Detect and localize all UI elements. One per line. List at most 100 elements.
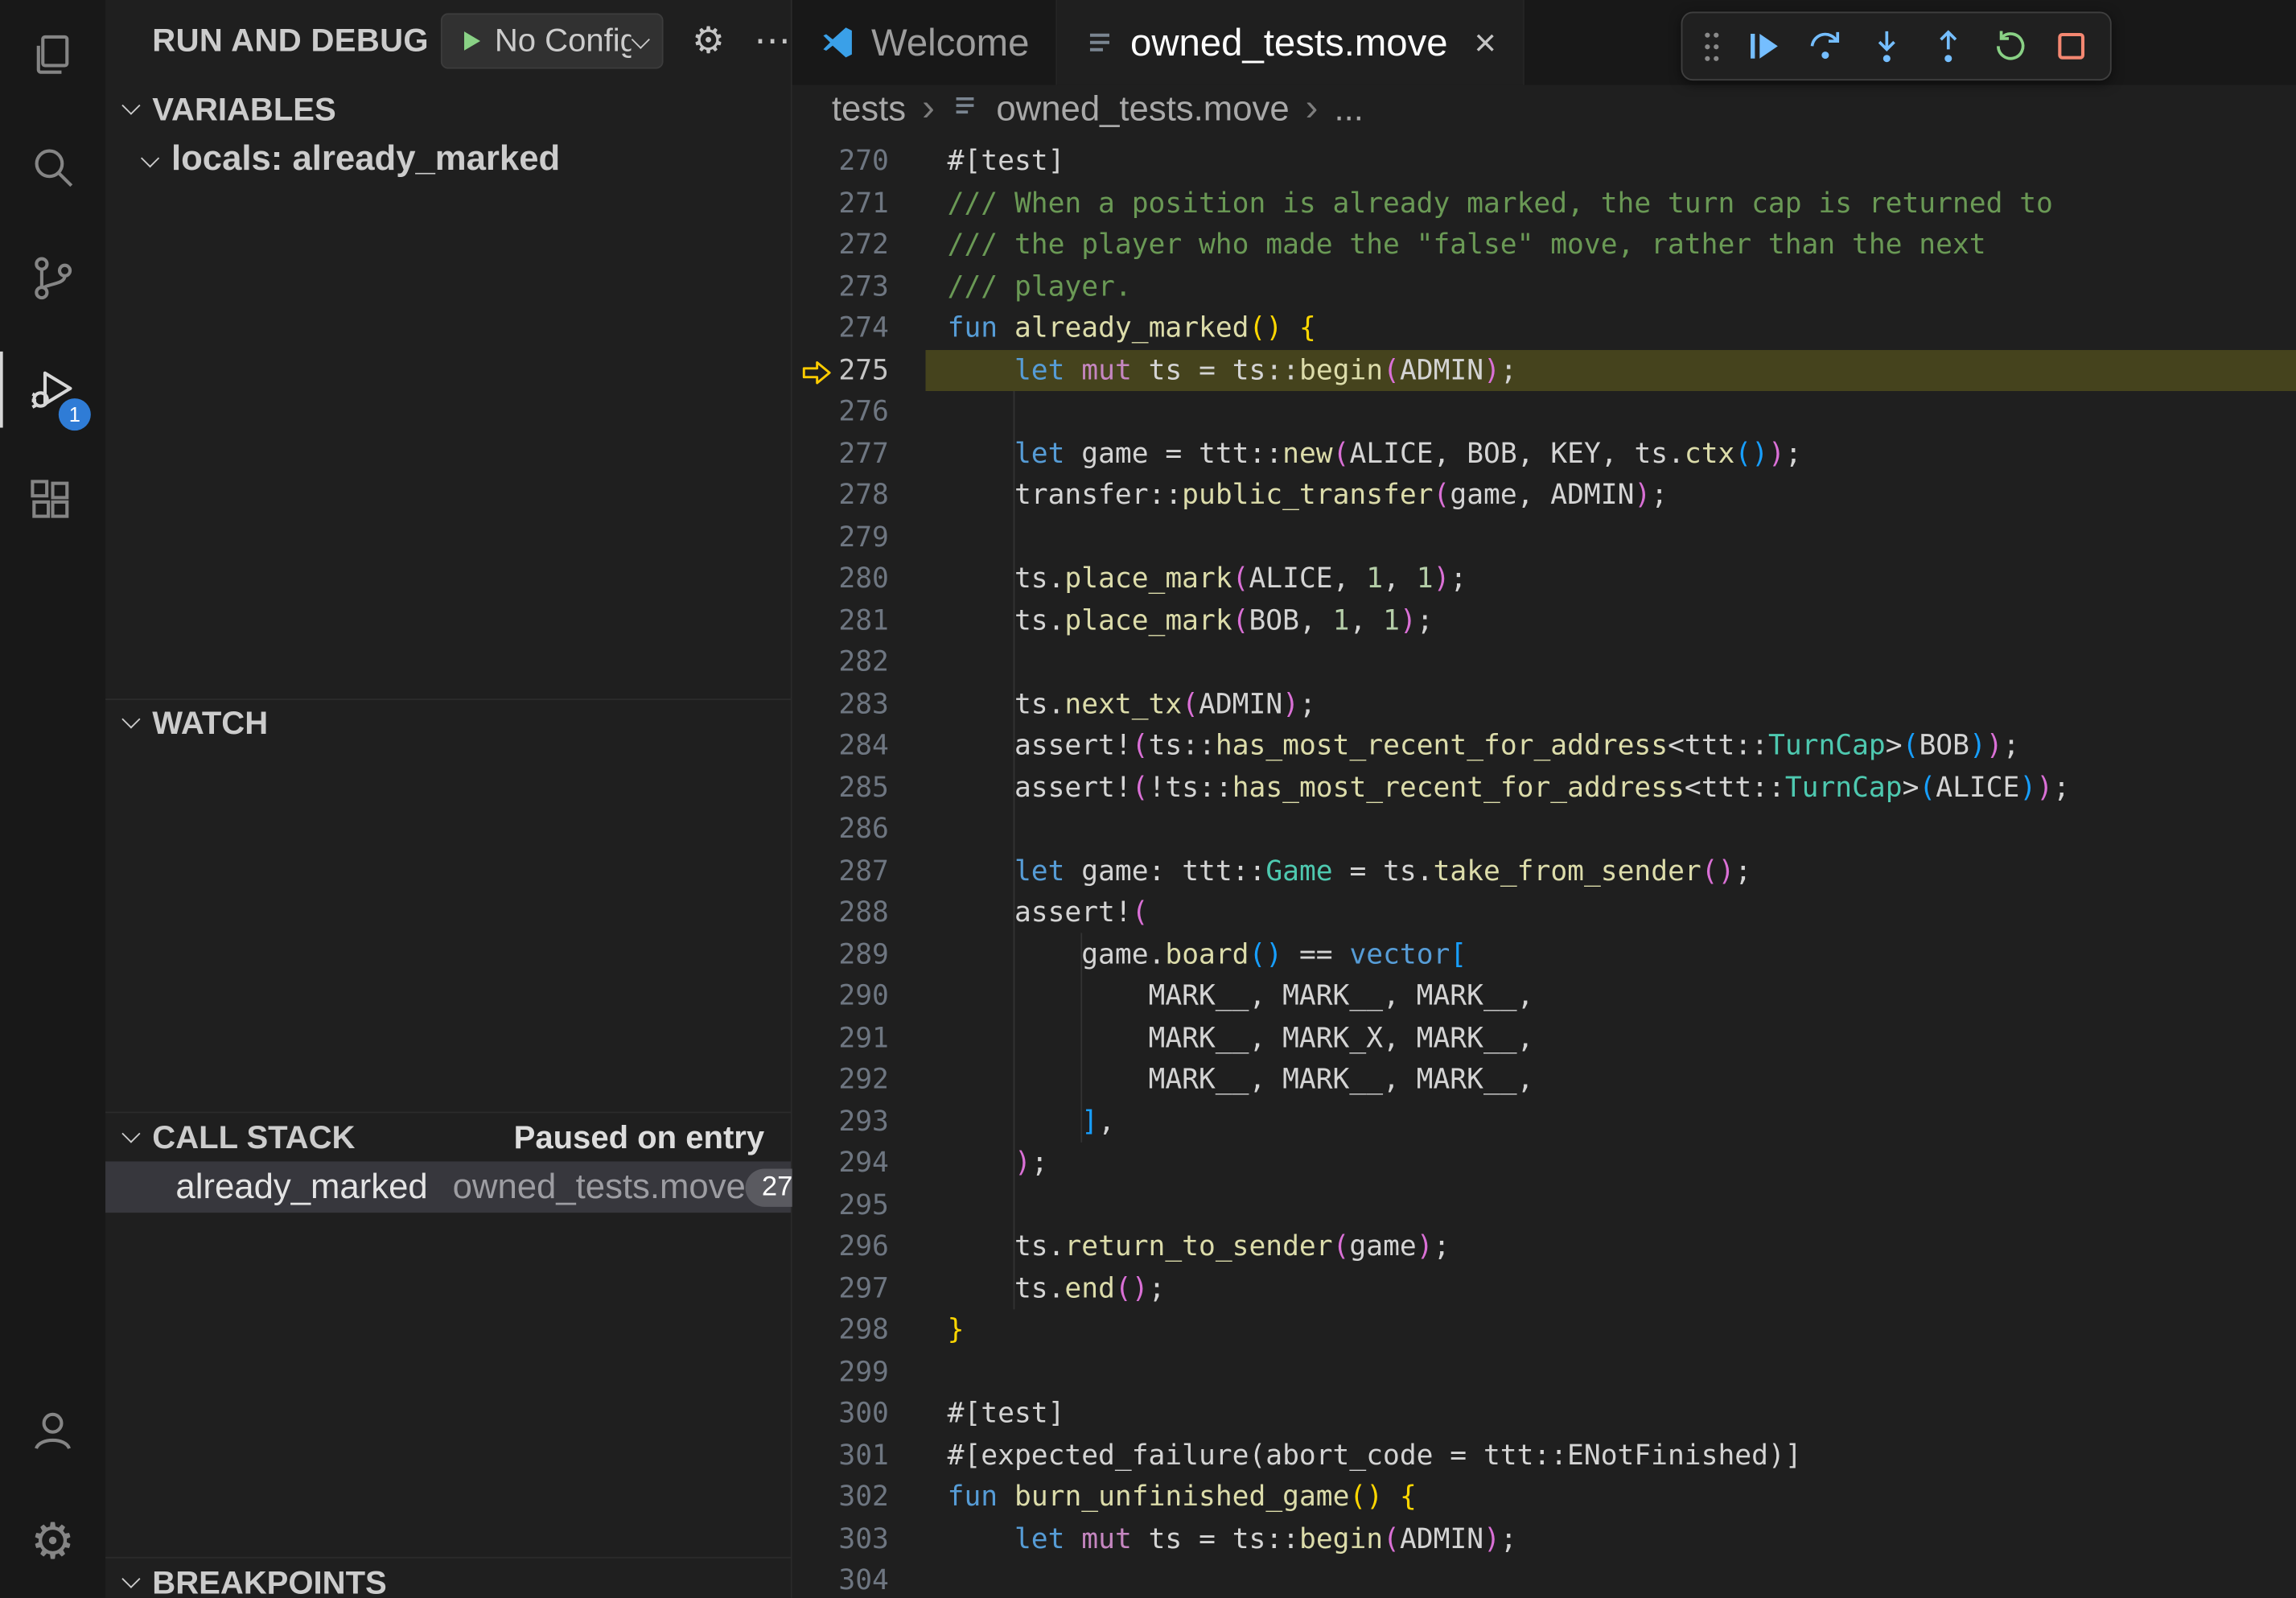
token <box>948 1105 1082 1137</box>
token: ) <box>2036 771 2053 803</box>
source-control-icon[interactable] <box>0 223 105 334</box>
call-stack-section-header[interactable]: CALL STACK Paused on entry <box>105 1116 791 1160</box>
code-line: ts.place_mark(BOB, 1, 1); <box>948 599 1434 641</box>
extensions-icon[interactable] <box>0 445 105 556</box>
call-stack-status: Paused on entry <box>514 1119 765 1157</box>
run-and-debug-icon[interactable]: 1 <box>0 334 105 445</box>
chevron-down-icon <box>121 710 140 728</box>
more-actions-icon[interactable]: ⋯ <box>754 23 791 60</box>
gear-glyph: ⚙ <box>31 1518 75 1567</box>
token: place_mark <box>1064 604 1232 636</box>
line-number[interactable]: 279 <box>792 517 889 558</box>
line-number[interactable]: 270 <box>792 141 889 183</box>
line-number[interactable]: 271 <box>792 183 889 224</box>
line-number[interactable]: 284 <box>792 725 889 767</box>
line-number[interactable]: 283 <box>792 683 889 725</box>
token <box>1383 1481 1400 1513</box>
step-over-button[interactable] <box>1796 19 1852 74</box>
code-line: let game: ttt::Game = ts.take_from_sende… <box>948 850 1752 892</box>
line-number[interactable]: 299 <box>792 1351 889 1393</box>
line-number[interactable]: 280 <box>792 558 889 599</box>
line-number[interactable]: 281 <box>792 599 889 641</box>
line-number[interactable]: 293 <box>792 1101 889 1143</box>
line-number[interactable]: 301 <box>792 1435 889 1477</box>
code-editor[interactable]: 270#[test]271/// When a position is alre… <box>792 134 2296 1597</box>
toolbar-drag-handle[interactable] <box>1694 19 1730 74</box>
token: ts. <box>948 688 1065 720</box>
search-icon[interactable] <box>0 111 105 222</box>
line-number[interactable]: 287 <box>792 850 889 892</box>
token <box>948 1522 1014 1555</box>
line-number[interactable]: 277 <box>792 433 889 475</box>
tab-welcome[interactable]: Welcome <box>792 0 1057 85</box>
token <box>1064 1522 1081 1555</box>
breadcrumb-symbol[interactable]: ... <box>1334 89 1363 130</box>
debug-config-dropdown[interactable]: No Configur <box>441 13 663 68</box>
line-number[interactable]: 295 <box>792 1184 889 1226</box>
tab-owned-tests[interactable]: owned_tests.move × <box>1057 0 1524 85</box>
code-line: /// the player who made the "false" move… <box>948 224 1986 266</box>
line-number[interactable]: 274 <box>792 307 889 349</box>
line-number[interactable]: 300 <box>792 1393 889 1435</box>
call-stack-frame[interactable]: already_marked owned_tests.move 275 <box>105 1161 791 1213</box>
code-line: assert!(!ts::has_most_recent_for_address… <box>948 767 2070 809</box>
continue-button[interactable] <box>1735 19 1791 74</box>
token: new <box>1282 437 1332 469</box>
line-number[interactable]: 298 <box>792 1309 889 1351</box>
token: , <box>1098 1105 1115 1137</box>
line-number[interactable]: 296 <box>792 1226 889 1268</box>
variables-section-header[interactable]: VARIABLES <box>105 88 791 132</box>
line-number[interactable]: 304 <box>792 1560 889 1598</box>
explorer-icon[interactable] <box>0 0 105 111</box>
token: ts:: <box>1149 729 1216 761</box>
settings-gear-icon[interactable]: ⚙ <box>0 1487 105 1598</box>
line-number[interactable]: 276 <box>792 391 889 433</box>
watch-section-header[interactable]: WATCH <box>105 702 791 746</box>
code-lines: 270#[test]271/// When a position is alre… <box>792 141 2296 1598</box>
token: already_marked <box>1014 312 1249 344</box>
code-row: 290 MARK__, MARK__, MARK__, <box>792 975 2296 1017</box>
code-line: /// When a position is already marked, t… <box>948 183 2053 224</box>
line-number[interactable]: 273 <box>792 266 889 307</box>
breadcrumb-tests[interactable]: tests <box>832 89 906 130</box>
line-number[interactable]: 285 <box>792 767 889 809</box>
token: ADMIN <box>1400 1522 1483 1555</box>
line-number[interactable]: 288 <box>792 892 889 934</box>
line-number[interactable]: 302 <box>792 1477 889 1518</box>
line-number[interactable]: 292 <box>792 1059 889 1101</box>
breakpoints-section-header[interactable]: BREAKPOINTS <box>105 1561 791 1598</box>
token: 1 <box>1333 604 1350 636</box>
restart-button[interactable] <box>1981 19 2037 74</box>
code-row: 287 let game: ttt::Game = ts.take_from_s… <box>792 850 2296 892</box>
code-row: 301#[expected_failure(abort_code = ttt::… <box>792 1435 2296 1477</box>
token: assert! <box>948 896 1132 929</box>
line-number[interactable]: 303 <box>792 1518 889 1560</box>
token: mut <box>1081 354 1131 386</box>
line-number[interactable]: 289 <box>792 933 889 975</box>
step-into-button[interactable] <box>1858 19 1914 74</box>
stop-button[interactable] <box>2043 19 2098 74</box>
line-number[interactable]: 294 <box>792 1143 889 1184</box>
line-number[interactable]: 278 <box>792 475 889 517</box>
line-number[interactable]: 297 <box>792 1267 889 1309</box>
close-tab-icon[interactable]: × <box>1474 23 1496 61</box>
debug-settings-gear-icon[interactable]: ⚙ <box>692 23 725 60</box>
variables-scope-locals[interactable]: locals: already_marked <box>105 138 791 182</box>
line-number[interactable]: 272 <box>792 224 889 266</box>
line-number[interactable]: 282 <box>792 641 889 683</box>
account-icon[interactable] <box>0 1375 105 1486</box>
code-line: ts.next_tx(ADMIN); <box>948 683 1316 725</box>
section-divider <box>105 698 791 700</box>
line-number[interactable]: 286 <box>792 809 889 850</box>
breadcrumb-file[interactable]: owned_tests.move <box>996 89 1289 130</box>
code-row: 276 <box>792 391 2296 433</box>
breadcrumb-separator: › <box>922 85 935 130</box>
token: transfer:: <box>948 479 1183 511</box>
code-line: assert!(ts::has_most_recent_for_address<… <box>948 725 2020 767</box>
line-number[interactable]: 290 <box>792 975 889 1017</box>
activity-bar-top: 1 <box>0 0 105 557</box>
step-out-button[interactable] <box>1920 19 1975 74</box>
code-row: 275 let mut ts = ts::begin(ADMIN); <box>792 349 2296 391</box>
line-number[interactable]: 291 <box>792 1017 889 1059</box>
code-line: ); <box>948 1143 1048 1184</box>
